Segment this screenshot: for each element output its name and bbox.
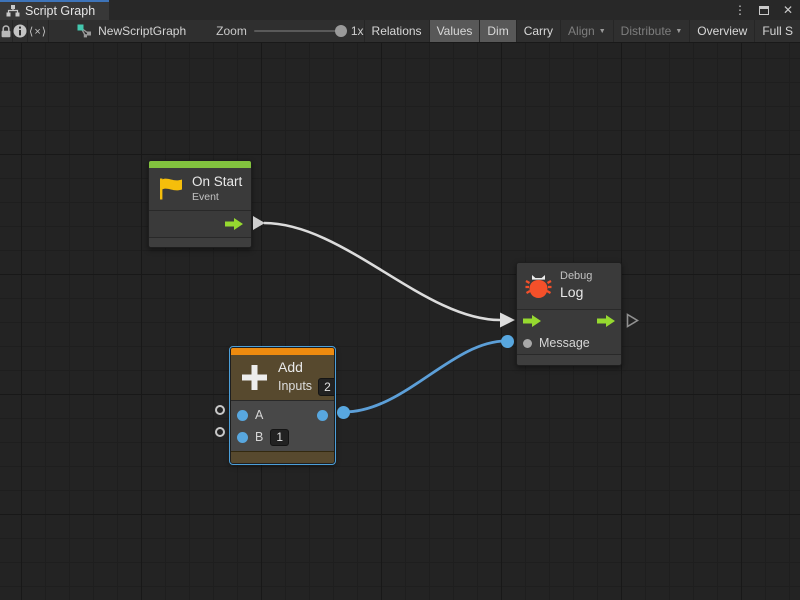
lock-icon	[0, 25, 12, 38]
zoom-slider[interactable]	[254, 30, 344, 32]
unconnected-input-port-b[interactable]	[215, 427, 225, 437]
overview-label: Overview	[697, 24, 747, 38]
toolbar-buttons: Relations Values Dim Carry Align ▼ Distr…	[364, 20, 800, 42]
close-icon[interactable]: ✕	[780, 2, 796, 18]
relations-button[interactable]: Relations	[364, 20, 429, 42]
graph-canvas[interactable]: On Start Event	[0, 43, 800, 600]
script-graph-window: Script Graph ⋮ ✕	[0, 0, 800, 600]
input-port-a[interactable]	[237, 410, 248, 421]
align-button[interactable]: Align ▼	[560, 20, 613, 42]
wires-layer	[0, 43, 800, 600]
graph-name: NewScriptGraph	[98, 24, 186, 38]
distribute-label: Distribute	[621, 24, 672, 38]
dim-label: Dim	[487, 24, 508, 38]
math-colorbar	[231, 348, 334, 355]
node-debug-log-box: Debug Log	[516, 262, 622, 366]
values-label: Values	[437, 24, 473, 38]
script-graph-asset-icon	[77, 24, 92, 38]
fullscreen-button[interactable]: Full S	[754, 20, 800, 42]
carry-button[interactable]: Carry	[516, 20, 560, 42]
relations-label: Relations	[372, 24, 422, 38]
port-row-a: A	[231, 404, 334, 426]
code-preview-button[interactable]: ⟨×⟩	[28, 20, 49, 42]
graph-breadcrumb[interactable]: NewScriptGraph	[71, 20, 192, 42]
node-debug-log[interactable]: Debug Log	[516, 262, 622, 366]
tab-script-graph[interactable]: Script Graph	[0, 0, 109, 20]
unconnected-flow-output-port[interactable]	[626, 313, 639, 328]
code-icon: ⟨×⟩	[29, 25, 47, 38]
dim-button[interactable]: Dim	[479, 20, 515, 42]
input-port-b[interactable]	[237, 432, 248, 443]
connected-output-port-dot[interactable]	[337, 406, 350, 419]
node-on-start[interactable]: On Start Event	[148, 160, 252, 248]
chevron-down-icon: ▼	[675, 27, 682, 35]
connected-message-port-dot[interactable]	[501, 335, 514, 348]
node-subtitle: Event	[192, 191, 242, 204]
graph-hierarchy-icon	[6, 5, 20, 17]
port-b-label: B	[255, 430, 263, 444]
node-title: Add	[278, 359, 335, 377]
flow-port-row	[517, 310, 621, 332]
fullscreen-label: Full S	[762, 24, 793, 38]
node-add[interactable]: Add Inputs 2 A	[230, 347, 335, 464]
unconnected-input-port-a[interactable]	[215, 405, 225, 415]
values-button[interactable]: Values	[429, 20, 480, 42]
message-input-port[interactable]	[523, 339, 532, 348]
zoom-label: Zoom	[216, 24, 247, 38]
info-button[interactable]	[13, 20, 28, 42]
flow-in-arrow-icon[interactable]	[523, 315, 541, 327]
inputs-count-field[interactable]: 2	[318, 378, 335, 396]
align-label: Align	[568, 24, 595, 38]
node-add-ports: A B 1	[231, 400, 334, 451]
carry-label: Carry	[524, 24, 553, 38]
overview-button[interactable]: Overview	[689, 20, 754, 42]
node-add-footer	[231, 451, 334, 463]
value-wire-add-to-message[interactable]	[344, 341, 506, 412]
chevron-down-icon: ▼	[599, 27, 606, 35]
event-colorbar	[149, 161, 251, 168]
maximize-icon[interactable]	[756, 2, 772, 18]
node-on-start-ports	[149, 210, 251, 237]
output-port-sum[interactable]	[317, 410, 328, 421]
control-wire-onstart-to-log[interactable]	[264, 223, 500, 320]
node-debug-log-ports: Message	[517, 309, 621, 354]
flow-out-arrow-icon[interactable]	[597, 315, 615, 327]
window-menu-icon[interactable]: ⋮	[732, 2, 748, 18]
node-add-header: Add Inputs 2	[231, 355, 334, 400]
node-add-box: Add Inputs 2 A	[230, 347, 335, 464]
maximize-glyph	[759, 6, 769, 15]
flow-output-port[interactable]	[253, 216, 265, 230]
node-on-start-header: On Start Event	[149, 168, 251, 210]
graph-toolbar: ⟨×⟩ NewScriptGraph Zoom 1x Relations V	[0, 20, 800, 43]
node-debug-log-header: Debug Log	[517, 263, 621, 309]
port-row-b: B 1	[231, 426, 334, 448]
node-on-start-footer	[149, 237, 251, 247]
inputs-label: Inputs	[278, 379, 312, 395]
lock-button[interactable]	[0, 20, 13, 42]
flag-icon	[157, 176, 184, 202]
message-port-row: Message	[517, 332, 621, 354]
node-debug-log-footer	[517, 354, 621, 365]
plus-icon	[239, 362, 270, 393]
info-icon	[13, 24, 27, 38]
node-category: Debug	[560, 270, 592, 284]
bug-icon	[525, 274, 552, 299]
zoom-slider-thumb[interactable]	[335, 25, 347, 37]
flow-out-arrow-icon[interactable]	[225, 218, 243, 230]
port-a-label: A	[255, 408, 263, 422]
node-title: On Start	[192, 174, 242, 191]
distribute-button[interactable]: Distribute ▼	[613, 20, 690, 42]
control-wire-arrowhead-icon	[500, 313, 515, 328]
node-on-start-box: On Start Event	[148, 160, 252, 248]
port-b-value-field[interactable]: 1	[270, 429, 289, 446]
zoom-value: 1x	[351, 24, 364, 38]
window-controls: ⋮ ✕	[732, 0, 796, 20]
message-port-label: Message	[539, 336, 590, 350]
tab-title: Script Graph	[25, 4, 95, 18]
titlebar: Script Graph ⋮ ✕	[0, 0, 800, 20]
zoom-control: Zoom 1x	[216, 20, 363, 42]
node-title: Log	[560, 284, 592, 302]
